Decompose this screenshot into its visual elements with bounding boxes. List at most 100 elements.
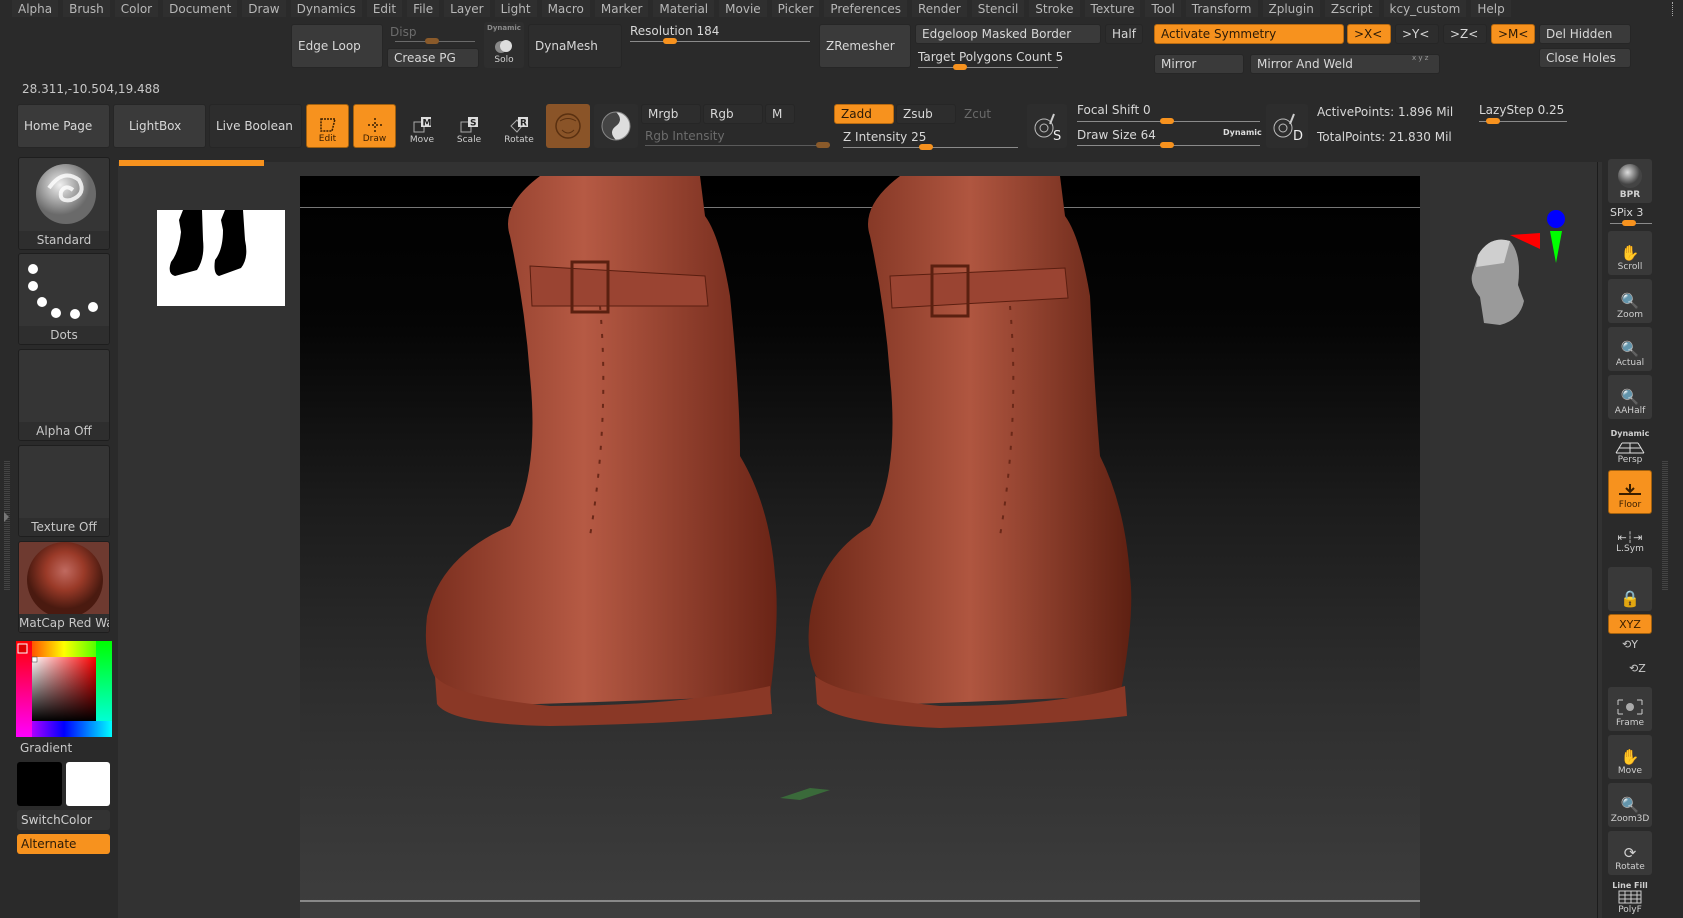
menu-item-macro[interactable]: Macro [541, 0, 590, 17]
menu-item-preferences[interactable]: Preferences [824, 0, 907, 17]
rotate-mode-button[interactable]: R Rotate [496, 104, 542, 148]
focal-shift-slider-knob[interactable] [1160, 118, 1174, 124]
orientation-gizmo[interactable] [1460, 205, 1580, 335]
zremesher-button[interactable]: ZRemesher [819, 24, 911, 68]
color-picker-wheel[interactable] [16, 641, 112, 737]
floor-button[interactable]: Floor [1608, 470, 1652, 514]
menu-item-draw[interactable]: Draw [242, 0, 286, 17]
bpr-button[interactable]: BPR [1608, 159, 1652, 203]
menu-item-document[interactable]: Document [163, 0, 238, 17]
rgb-intensity-slider-track[interactable] [645, 145, 830, 146]
polyf-button[interactable]: Line Fill PolyF [1608, 877, 1652, 918]
rotate-3d-button[interactable]: ⟳ Rotate [1608, 831, 1652, 875]
right-tray-handle[interactable] [1662, 460, 1668, 590]
silhouette-thumbnail[interactable] [157, 210, 285, 306]
resolution-slider-knob[interactable] [663, 38, 677, 44]
menu-item-light[interactable]: Light [494, 0, 537, 17]
menu-item-file[interactable]: File [407, 0, 440, 17]
spix-slider-knob[interactable] [1622, 220, 1636, 226]
menu-item-layer[interactable]: Layer [444, 0, 490, 17]
aahalf-button[interactable]: 🔍 AAHalf [1608, 375, 1652, 419]
home-page-button[interactable]: Home Page [17, 104, 110, 148]
menu-item-alpha[interactable]: Alpha [12, 0, 59, 17]
color-mode-button[interactable] [594, 104, 638, 148]
zoom3d-button[interactable]: 🔍 Zoom3D [1608, 783, 1652, 827]
frame-button[interactable]: Frame [1608, 687, 1652, 731]
half-button[interactable]: Half [1105, 24, 1143, 44]
scale-mode-button[interactable]: S Scale [447, 104, 491, 148]
left-tray-handle[interactable] [4, 460, 10, 590]
gradient-button[interactable]: Gradient [20, 741, 72, 755]
menu-item-edit[interactable]: Edit [366, 0, 403, 17]
alpha-selector[interactable]: Alpha Off [18, 349, 110, 441]
activate-symmetry-button[interactable]: Activate Symmetry [1154, 24, 1344, 44]
scroll-button[interactable]: ✋ Scroll [1608, 231, 1652, 275]
move-3d-button[interactable]: ✋ Move [1608, 735, 1652, 779]
target-polygons-slider-knob[interactable] [953, 64, 967, 70]
del-hidden-button[interactable]: Del Hidden [1539, 24, 1631, 44]
lsym-button[interactable]: ⇤┆⇥ L.Sym [1608, 521, 1652, 557]
color-picker[interactable] [16, 641, 112, 737]
zsub-button[interactable]: Zsub [896, 104, 956, 124]
disp-slider-knob[interactable] [425, 38, 439, 44]
zoom-button[interactable]: 🔍 Zoom [1608, 279, 1652, 323]
symmetry-m-button[interactable]: >M< [1491, 24, 1535, 44]
lightbox-button[interactable]: LightBox [113, 104, 206, 148]
tray-handle[interactable] [1672, 2, 1676, 16]
dynamic-size-toggle[interactable]: Dynamic [1223, 128, 1262, 137]
actual-button[interactable]: 🔍 Actual [1608, 327, 1652, 371]
live-boolean-button[interactable]: Live Boolean [209, 104, 302, 148]
menu-item-stroke[interactable]: Stroke [1029, 0, 1080, 17]
zadd-button[interactable]: Zadd [834, 104, 894, 124]
menu-item-texture[interactable]: Texture [1084, 0, 1141, 17]
z-rotation-button[interactable]: ⟲Z [1629, 662, 1646, 675]
symmetry-x-button[interactable]: >X< [1347, 24, 1391, 44]
brush-d-button[interactable]: D [1266, 104, 1308, 148]
menu-item-dynamics[interactable]: Dynamics [290, 0, 362, 17]
mrgb-button[interactable]: Mrgb [641, 104, 701, 124]
xyz-rotation-button[interactable]: XYZ [1608, 614, 1652, 634]
menu-item-picker[interactable]: Picker [771, 0, 820, 17]
crease-pg-button[interactable]: Crease PG [387, 48, 479, 68]
draw-size-slider-knob[interactable] [1160, 142, 1174, 148]
menu-item-help[interactable]: Help [1471, 0, 1511, 17]
y-rotation-button[interactable]: ⟲Y [1622, 638, 1638, 651]
menu-item-transform[interactable]: Transform [1185, 0, 1258, 17]
mirror-button[interactable]: Mirror [1154, 54, 1244, 74]
move-mode-button[interactable]: M Move [400, 104, 444, 148]
menu-item-stencil[interactable]: Stencil [971, 0, 1025, 17]
brush-selector[interactable]: Standard [18, 157, 110, 250]
close-holes-button[interactable]: Close Holes [1539, 48, 1631, 68]
persp-button[interactable]: Dynamic Persp [1608, 422, 1652, 468]
symmetry-z-button[interactable]: >Z< [1443, 24, 1487, 44]
dynamesh-solo-button[interactable]: Dynamic Solo [484, 22, 524, 68]
menu-item-brush[interactable]: Brush [63, 0, 110, 17]
menu-item-color[interactable]: Color [114, 0, 159, 17]
draw-mode-button[interactable]: Draw [353, 104, 396, 148]
resolution-slider-track[interactable] [630, 41, 810, 42]
main-color-swatch[interactable] [66, 762, 110, 806]
left-tray-arrow-icon[interactable] [4, 512, 9, 522]
material-selector[interactable]: MatCap Red Wax [18, 541, 110, 633]
viewport-canvas[interactable] [300, 176, 1420, 918]
edge-loop-button[interactable]: Edge Loop [291, 24, 383, 68]
zcut-button[interactable]: Zcut [958, 104, 1018, 124]
symmetry-y-button[interactable]: >Y< [1395, 24, 1439, 44]
brush-s-button[interactable]: S [1027, 104, 1067, 148]
z-intensity-slider-knob[interactable] [919, 144, 933, 150]
menu-item-render[interactable]: Render [911, 0, 967, 17]
menu-item-tool[interactable]: Tool [1145, 0, 1181, 17]
menu-item-movie[interactable]: Movie [719, 0, 767, 17]
edgeloop-masked-border-button[interactable]: Edgeloop Masked Border [915, 24, 1101, 44]
material-sphere-button[interactable] [546, 104, 590, 148]
lazystep-slider-knob[interactable] [1486, 118, 1500, 124]
menu-item-zscript[interactable]: Zscript [1324, 0, 1379, 17]
secondary-color-swatch[interactable] [17, 762, 62, 806]
menu-item-kcy-custom[interactable]: kcy_custom [1383, 0, 1467, 17]
target-polygons-slider-track[interactable] [918, 67, 1058, 68]
alternate-button[interactable]: Alternate [17, 834, 110, 854]
dynamesh-button[interactable]: DynaMesh [528, 24, 622, 68]
switch-color-button[interactable]: SwitchColor [17, 810, 110, 830]
rgb-button[interactable]: Rgb [703, 104, 763, 124]
rgb-intensity-slider-knob[interactable] [816, 142, 830, 148]
